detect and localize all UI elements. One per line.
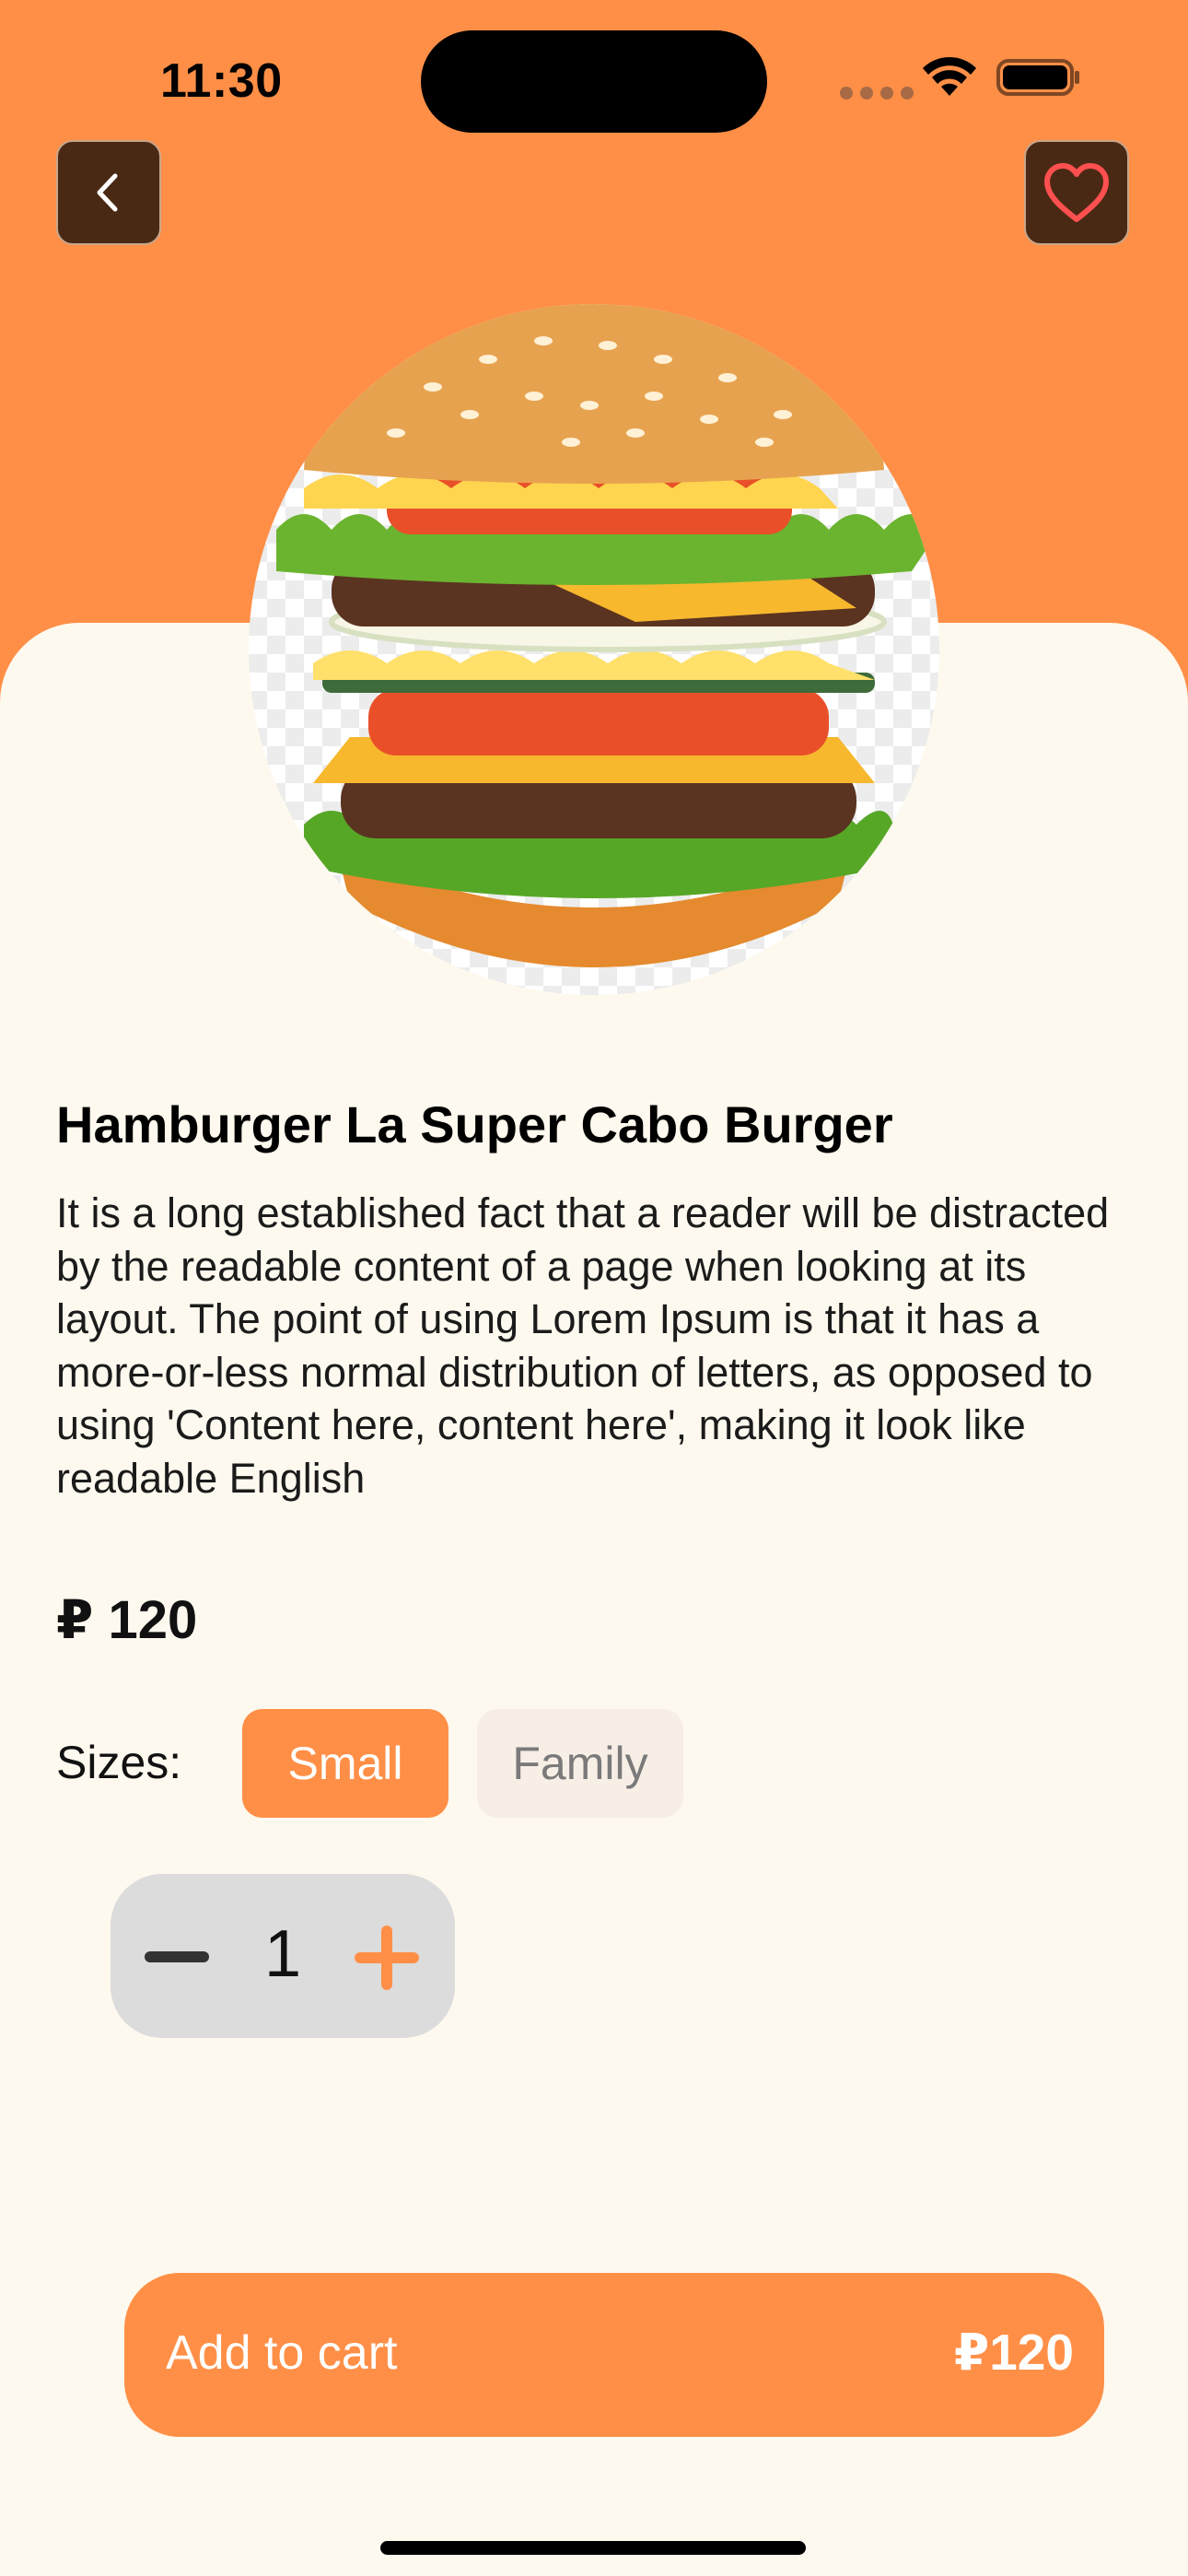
increase-quantity-button[interactable] (341, 1916, 433, 1999)
plus-icon (355, 1926, 419, 1990)
cellular-signal-icon (840, 87, 923, 100)
favorite-button[interactable] (1024, 140, 1129, 245)
size-option-family[interactable]: Family (477, 1709, 683, 1818)
minus-icon (145, 1951, 209, 1962)
quantity-stepper: 1 (111, 1874, 455, 2038)
dynamic-island (421, 30, 767, 133)
back-button[interactable] (56, 140, 161, 245)
quantity-value: 1 (263, 1917, 302, 1991)
product-title: Hamburger La Super Cabo Burger (56, 1095, 893, 1153)
add-to-cart-label: Add to cart (166, 2326, 398, 2380)
product-description: It is a long established fact that a rea… (56, 1189, 1110, 1502)
size-option-small[interactable]: Small (242, 1709, 448, 1818)
product-price: ₽ 120 (56, 1590, 198, 1650)
product-image (249, 304, 939, 995)
add-to-cart-button[interactable]: Add to cart ₽120 (124, 2273, 1104, 2437)
cart-total-price: ₽120 (953, 2324, 1074, 2381)
decrease-quantity-button[interactable] (131, 1920, 223, 1994)
status-time: 11:30 (160, 54, 283, 108)
heart-icon (1044, 163, 1109, 222)
battery-icon (996, 59, 1079, 96)
home-indicator[interactable] (380, 2541, 806, 2555)
wifi-icon (923, 56, 976, 96)
chevron-left-icon (97, 173, 118, 212)
sizes-label: Sizes: (56, 1737, 182, 1788)
